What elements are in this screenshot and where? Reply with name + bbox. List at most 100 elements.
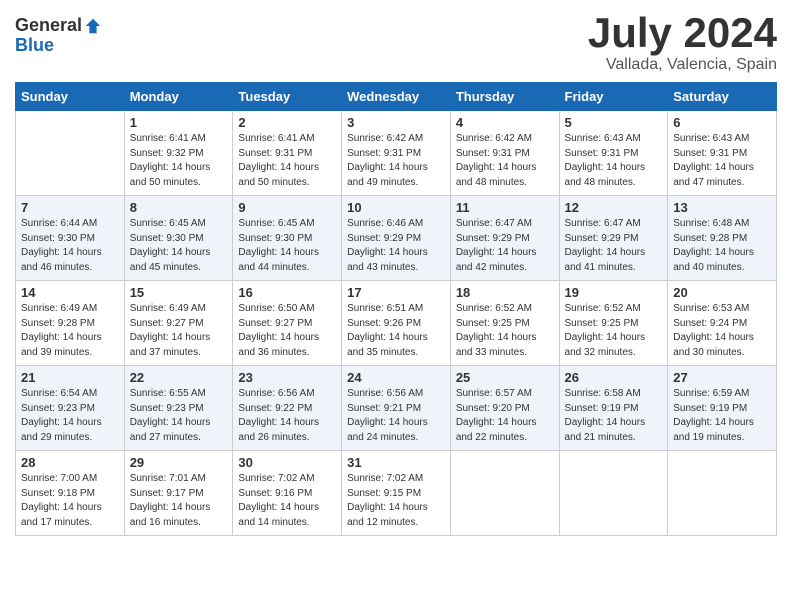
title-block: July 2024 Vallada, Valencia, Spain: [588, 10, 777, 74]
calendar-cell: 7Sunrise: 6:44 AM Sunset: 9:30 PM Daylig…: [16, 196, 125, 281]
weekday-header: Friday: [559, 83, 668, 111]
calendar-cell: 31 Sunrise: 7:02 AM Sunset: 9:15 PM Dayli…: [342, 451, 451, 536]
calendar-cell: 4 Sunrise: 6:42 AM Sunset: 9:31 PM Daylig…: [450, 111, 559, 196]
day-info: Sunrise: 6:43 AM Sunset: 9:31 PM Dayligh…: [565, 132, 663, 190]
calendar-cell: 27Sunrise: 6:59 AM Sunset: 9:19 PM Dayli…: [668, 366, 777, 451]
calendar-cell: 2 Sunrise: 6:41 AM Sunset: 9:31 PM Daylig…: [233, 111, 342, 196]
calendar-cell: 12 Sunrise: 6:47 AM Sunset: 9:29 PM Dayli…: [559, 196, 668, 281]
calendar-cell: 5 Sunrise: 6:43 AM Sunset: 9:31 PM Daylig…: [559, 111, 668, 196]
day-number: 10: [347, 200, 445, 215]
day-number: 2: [238, 115, 336, 130]
day-number: 13: [673, 200, 771, 215]
calendar-week-row: 14Sunrise: 6:49 AM Sunset: 9:28 PM Dayli…: [16, 281, 777, 366]
calendar-cell: [450, 451, 559, 536]
calendar-cell: [559, 451, 668, 536]
day-info: Sunrise: 7:00 AM Sunset: 9:18 PM Dayligh…: [21, 472, 119, 530]
day-number: 3: [347, 115, 445, 130]
weekday-header: Sunday: [16, 83, 125, 111]
logo-blue-text: Blue: [15, 36, 54, 56]
calendar-cell: 11Sunrise: 6:47 AM Sunset: 9:29 PM Dayli…: [450, 196, 559, 281]
day-number: 30: [238, 455, 336, 470]
day-number: 24: [347, 370, 445, 385]
calendar-cell: 8 Sunrise: 6:45 AM Sunset: 9:30 PM Daylig…: [124, 196, 233, 281]
calendar-cell: 28Sunrise: 7:00 AM Sunset: 9:18 PM Dayli…: [16, 451, 125, 536]
calendar-header-row: SundayMondayTuesdayWednesdayThursdayFrid…: [16, 83, 777, 111]
day-info: Sunrise: 6:41 AM Sunset: 9:32 PM Dayligh…: [130, 132, 228, 190]
weekday-header: Wednesday: [342, 83, 451, 111]
day-number: 29: [130, 455, 228, 470]
day-info: Sunrise: 6:55 AM Sunset: 9:23 PM Dayligh…: [130, 387, 228, 445]
calendar-cell: 24Sunrise: 6:56 AM Sunset: 9:21 PM Dayli…: [342, 366, 451, 451]
calendar-cell: [668, 451, 777, 536]
calendar-cell: 1 Sunrise: 6:41 AM Sunset: 9:32 PM Daylig…: [124, 111, 233, 196]
day-info: Sunrise: 6:57 AM Sunset: 9:20 PM Dayligh…: [456, 387, 554, 445]
calendar-cell: 29 Sunrise: 7:01 AM Sunset: 9:17 PM Dayli…: [124, 451, 233, 536]
calendar-cell: 20 Sunrise: 6:53 AM Sunset: 9:24 PM Dayli…: [668, 281, 777, 366]
day-number: 25: [456, 370, 554, 385]
weekday-header: Tuesday: [233, 83, 342, 111]
day-info: Sunrise: 6:53 AM Sunset: 9:24 PM Dayligh…: [673, 302, 771, 360]
weekday-header: Saturday: [668, 83, 777, 111]
calendar-cell: 15Sunrise: 6:49 AM Sunset: 9:27 PM Dayli…: [124, 281, 233, 366]
logo-general-text: General: [15, 16, 82, 36]
calendar-week-row: 28Sunrise: 7:00 AM Sunset: 9:18 PM Dayli…: [16, 451, 777, 536]
day-info: Sunrise: 6:49 AM Sunset: 9:27 PM Dayligh…: [130, 302, 228, 360]
calendar-table: SundayMondayTuesdayWednesdayThursdayFrid…: [15, 82, 777, 536]
calendar-cell: [16, 111, 125, 196]
day-number: 1: [130, 115, 228, 130]
calendar-week-row: 7Sunrise: 6:44 AM Sunset: 9:30 PM Daylig…: [16, 196, 777, 281]
day-number: 9: [238, 200, 336, 215]
day-info: Sunrise: 6:42 AM Sunset: 9:31 PM Dayligh…: [456, 132, 554, 190]
weekday-header: Thursday: [450, 83, 559, 111]
day-info: Sunrise: 6:47 AM Sunset: 9:29 PM Dayligh…: [456, 217, 554, 275]
calendar-cell: 23 Sunrise: 6:56 AM Sunset: 9:22 PM Dayli…: [233, 366, 342, 451]
day-info: Sunrise: 6:52 AM Sunset: 9:25 PM Dayligh…: [565, 302, 663, 360]
day-info: Sunrise: 6:54 AM Sunset: 9:23 PM Dayligh…: [21, 387, 119, 445]
calendar-cell: 21 Sunrise: 6:54 AM Sunset: 9:23 PM Dayli…: [16, 366, 125, 451]
day-info: Sunrise: 6:45 AM Sunset: 9:30 PM Dayligh…: [130, 217, 228, 275]
day-info: Sunrise: 6:42 AM Sunset: 9:31 PM Dayligh…: [347, 132, 445, 190]
day-info: Sunrise: 6:48 AM Sunset: 9:28 PM Dayligh…: [673, 217, 771, 275]
day-number: 14: [21, 285, 119, 300]
day-number: 8: [130, 200, 228, 215]
day-number: 23: [238, 370, 336, 385]
day-info: Sunrise: 7:01 AM Sunset: 9:17 PM Dayligh…: [130, 472, 228, 530]
day-info: Sunrise: 6:50 AM Sunset: 9:27 PM Dayligh…: [238, 302, 336, 360]
calendar-cell: 3 Sunrise: 6:42 AM Sunset: 9:31 PM Daylig…: [342, 111, 451, 196]
title-location: Vallada, Valencia, Spain: [588, 56, 777, 74]
calendar-cell: 22Sunrise: 6:55 AM Sunset: 9:23 PM Dayli…: [124, 366, 233, 451]
day-number: 5: [565, 115, 663, 130]
day-info: Sunrise: 6:52 AM Sunset: 9:25 PM Dayligh…: [456, 302, 554, 360]
day-info: Sunrise: 6:47 AM Sunset: 9:29 PM Dayligh…: [565, 217, 663, 275]
day-number: 19: [565, 285, 663, 300]
day-number: 21: [21, 370, 119, 385]
day-number: 20: [673, 285, 771, 300]
day-number: 16: [238, 285, 336, 300]
day-number: 31: [347, 455, 445, 470]
day-number: 6: [673, 115, 771, 130]
calendar-cell: 9 Sunrise: 6:45 AM Sunset: 9:30 PM Daylig…: [233, 196, 342, 281]
day-info: Sunrise: 6:56 AM Sunset: 9:22 PM Dayligh…: [238, 387, 336, 445]
calendar-cell: 25 Sunrise: 6:57 AM Sunset: 9:20 PM Dayli…: [450, 366, 559, 451]
calendar-cell: 10 Sunrise: 6:46 AM Sunset: 9:29 PM Dayli…: [342, 196, 451, 281]
day-number: 7: [21, 200, 119, 215]
day-info: Sunrise: 7:02 AM Sunset: 9:15 PM Dayligh…: [347, 472, 445, 530]
logo: General Blue: [15, 16, 102, 56]
page-header: General Blue July 2024 Vallada, Valencia…: [15, 10, 777, 74]
calendar-cell: 14Sunrise: 6:49 AM Sunset: 9:28 PM Dayli…: [16, 281, 125, 366]
calendar-cell: 19 Sunrise: 6:52 AM Sunset: 9:25 PM Dayli…: [559, 281, 668, 366]
day-number: 26: [565, 370, 663, 385]
day-info: Sunrise: 6:43 AM Sunset: 9:31 PM Dayligh…: [673, 132, 771, 190]
day-info: Sunrise: 6:51 AM Sunset: 9:26 PM Dayligh…: [347, 302, 445, 360]
day-info: Sunrise: 6:46 AM Sunset: 9:29 PM Dayligh…: [347, 217, 445, 275]
day-info: Sunrise: 6:45 AM Sunset: 9:30 PM Dayligh…: [238, 217, 336, 275]
title-month: July 2024: [588, 10, 777, 56]
day-number: 12: [565, 200, 663, 215]
day-info: Sunrise: 6:59 AM Sunset: 9:19 PM Dayligh…: [673, 387, 771, 445]
day-info: Sunrise: 6:41 AM Sunset: 9:31 PM Dayligh…: [238, 132, 336, 190]
calendar-cell: 16 Sunrise: 6:50 AM Sunset: 9:27 PM Dayli…: [233, 281, 342, 366]
day-number: 4: [456, 115, 554, 130]
day-number: 17: [347, 285, 445, 300]
calendar-cell: 18Sunrise: 6:52 AM Sunset: 9:25 PM Dayli…: [450, 281, 559, 366]
day-info: Sunrise: 7:02 AM Sunset: 9:16 PM Dayligh…: [238, 472, 336, 530]
